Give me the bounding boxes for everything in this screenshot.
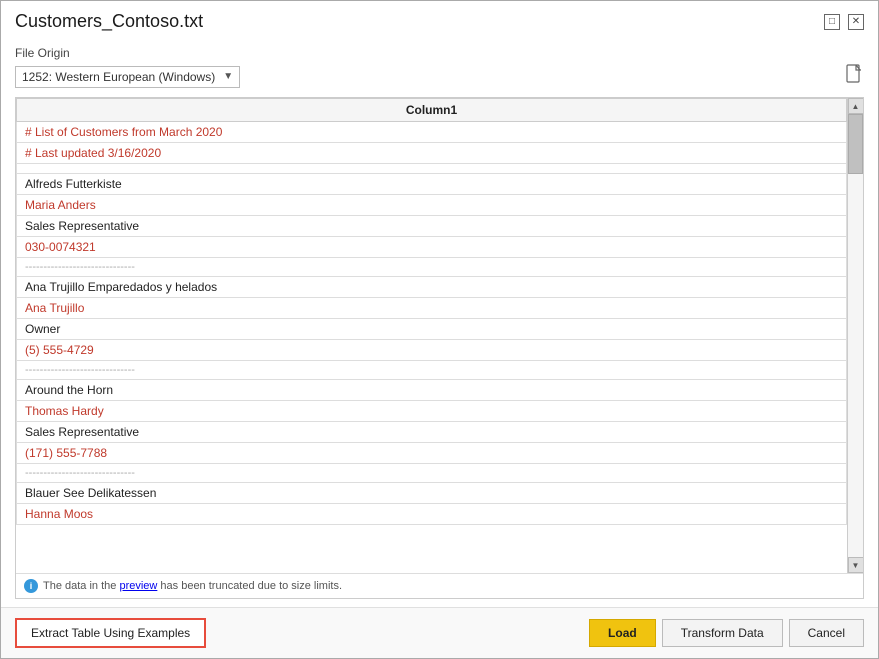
table-cell: Ana Trujillo Emparedados y helados (17, 277, 847, 298)
table-cell: (5) 555-4729 (17, 340, 847, 361)
table-cell: Sales Representative (17, 216, 847, 237)
file-origin-value: 1252: Western European (Windows) (22, 70, 215, 84)
minimize-button[interactable]: □ (824, 14, 840, 30)
file-icon (846, 64, 864, 89)
load-button[interactable]: Load (589, 619, 656, 647)
table-row: ------------------------------ (17, 361, 847, 380)
scrollbar-thumb[interactable] (848, 114, 863, 174)
table-cell: Blauer See Delikatessen (17, 483, 847, 504)
table-row: Ana Trujillo (17, 298, 847, 319)
close-button[interactable]: ✕ (848, 14, 864, 30)
column-header: Column1 (17, 99, 847, 122)
info-icon: i (24, 579, 38, 593)
table-row: # List of Customers from March 2020 (17, 122, 847, 143)
table-cell: (171) 555-7788 (17, 443, 847, 464)
table-row: (171) 555-7788 (17, 443, 847, 464)
table-cell: 030-0074321 (17, 237, 847, 258)
table-cell: # Last updated 3/16/2020 (17, 143, 847, 164)
table-row: ------------------------------ (17, 464, 847, 483)
table-row: Around the Horn (17, 380, 847, 401)
cancel-button[interactable]: Cancel (789, 619, 864, 647)
table-row: Owner (17, 319, 847, 340)
table-row: ------------------------------ (17, 258, 847, 277)
table-row: (5) 555-4729 (17, 340, 847, 361)
info-bar: i The data in the preview has been trunc… (16, 573, 863, 598)
window-controls: □ ✕ (824, 14, 864, 30)
table-cell: Ana Trujillo (17, 298, 847, 319)
dropdown-arrow-icon: ▼ (223, 71, 233, 82)
scroll-outer: Column1 # List of Customers from March 2… (16, 98, 863, 573)
file-origin-dropdown[interactable]: 1252: Western European (Windows) ▼ (15, 66, 240, 88)
file-origin-label: File Origin (15, 46, 864, 60)
table-row (17, 164, 847, 174)
table-cell: Hanna Moos (17, 504, 847, 525)
table-cell: ------------------------------ (17, 258, 847, 277)
table-row: Alfreds Futterkiste (17, 174, 847, 195)
table-cell: Owner (17, 319, 847, 340)
table-row: Sales Representative (17, 216, 847, 237)
table-cell: Thomas Hardy (17, 401, 847, 422)
info-message: The data in the preview has been truncat… (43, 580, 342, 592)
scrollbar-groove[interactable] (848, 114, 863, 557)
title-bar: Customers_Contoso.txt □ ✕ (1, 1, 878, 38)
table-row: Sales Representative (17, 422, 847, 443)
table-row: # Last updated 3/16/2020 (17, 143, 847, 164)
table-cell: Alfreds Futterkiste (17, 174, 847, 195)
data-table-wrapper: Column1 # List of Customers from March 2… (15, 97, 864, 599)
table-cell: Around the Horn (17, 380, 847, 401)
table-row: Hanna Moos (17, 504, 847, 525)
table-cell: ------------------------------ (17, 464, 847, 483)
table-row: 030-0074321 (17, 237, 847, 258)
scroll-up-button[interactable]: ▲ (848, 98, 864, 114)
table-cell: Sales Representative (17, 422, 847, 443)
scrollbar[interactable]: ▲ ▼ (847, 98, 863, 573)
footer: Extract Table Using Examples Load Transf… (1, 607, 878, 658)
table-row: Ana Trujillo Emparedados y helados (17, 277, 847, 298)
extract-table-button[interactable]: Extract Table Using Examples (15, 618, 206, 648)
scroll-down-button[interactable]: ▼ (848, 557, 864, 573)
table-cell: Maria Anders (17, 195, 847, 216)
table-scroll[interactable]: Column1 # List of Customers from March 2… (16, 98, 847, 573)
table-row: Thomas Hardy (17, 401, 847, 422)
table-row: Blauer See Delikatessen (17, 483, 847, 504)
content-area: File Origin 1252: Western European (Wind… (1, 38, 878, 607)
table-cell: ------------------------------ (17, 361, 847, 380)
footer-buttons: Load Transform Data Cancel (589, 619, 864, 647)
dialog-window: Customers_Contoso.txt □ ✕ File Origin 12… (0, 0, 879, 659)
data-table: Column1 # List of Customers from March 2… (16, 98, 847, 525)
preview-link[interactable]: preview (119, 580, 157, 592)
table-row: Maria Anders (17, 195, 847, 216)
table-cell (17, 164, 847, 174)
transform-data-button[interactable]: Transform Data (662, 619, 783, 647)
table-cell: # List of Customers from March 2020 (17, 122, 847, 143)
file-origin-row: 1252: Western European (Windows) ▼ (15, 64, 864, 89)
dialog-title: Customers_Contoso.txt (15, 11, 203, 32)
